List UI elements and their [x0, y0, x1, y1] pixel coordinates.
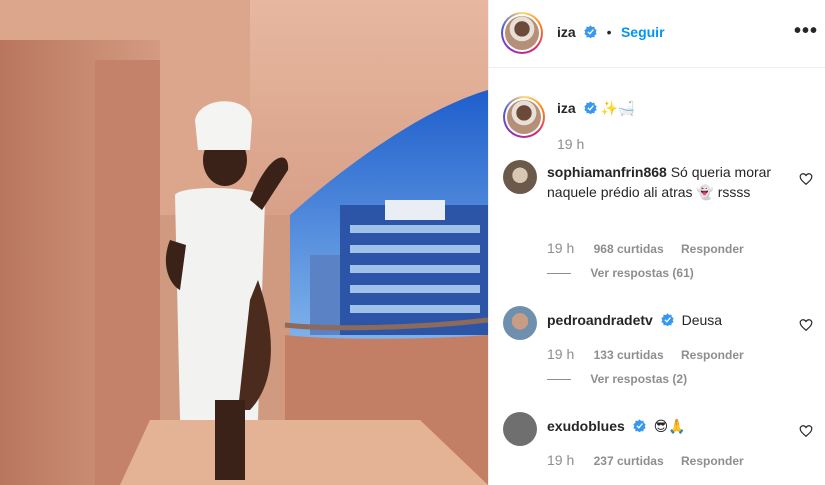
post-sidebar: iza • Seguir ••• iza ✨🛁 19 h sophiamanfr… — [488, 0, 825, 485]
comment-item: pedroandradetv Deusa 19 h 133 curtidas R… — [503, 306, 813, 396]
comment-time: 19 h — [547, 452, 575, 468]
author-avatar[interactable] — [501, 12, 543, 54]
follow-button[interactable]: Seguir — [621, 24, 665, 40]
commenter-avatar[interactable] — [503, 306, 537, 340]
comment-username[interactable]: exudoblues — [547, 418, 625, 434]
comment-username[interactable]: pedroandradetv — [547, 312, 653, 328]
comment-likes[interactable]: 133 curtidas — [594, 348, 664, 362]
comment-likes[interactable]: 237 curtidas — [594, 454, 664, 468]
replies-divider — [547, 273, 571, 275]
verified-badge-icon — [661, 313, 674, 326]
view-replies-label: Ver respostas (61) — [590, 266, 694, 280]
commenter-avatar[interactable] — [503, 160, 537, 194]
caption-time: 19 h — [557, 136, 585, 152]
caption-username[interactable]: iza — [557, 100, 576, 116]
post-photo[interactable] — [0, 0, 488, 485]
comment-text: 😎🙏 — [653, 418, 686, 434]
comment-body: exudoblues 😎🙏 — [547, 416, 777, 436]
post-header: iza • Seguir ••• — [489, 0, 825, 68]
view-replies-link[interactable]: Ver respostas (2) — [547, 372, 687, 386]
comment-time: 19 h — [547, 240, 575, 256]
heart-icon[interactable] — [799, 424, 813, 438]
instagram-post: iza • Seguir ••• iza ✨🛁 19 h sophiamanfr… — [0, 0, 825, 485]
comment-meta: 19 h 237 curtidas Responder — [547, 452, 758, 468]
reply-button[interactable]: Responder — [681, 454, 744, 468]
more-options-icon[interactable]: ••• — [794, 20, 818, 43]
comment-likes[interactable]: 968 curtidas — [594, 242, 664, 256]
heart-icon[interactable] — [799, 318, 813, 332]
caption-text: ✨🛁 — [600, 100, 636, 116]
comment-meta: 19 h 133 curtidas Responder — [547, 346, 758, 362]
view-replies-label: Ver respostas (2) — [590, 372, 688, 386]
header-separator: • — [606, 24, 612, 40]
reply-button[interactable]: Responder — [681, 242, 744, 256]
comment-username[interactable]: sophiamanfrin868 — [547, 164, 667, 180]
commenter-avatar[interactable] — [503, 412, 537, 446]
reply-button[interactable]: Responder — [681, 348, 744, 362]
comment-item: exudoblues 😎🙏 19 h 237 curtidas Responde… — [503, 412, 813, 482]
caption: iza ✨🛁 19 h — [503, 96, 813, 156]
comment-text: Deusa — [681, 312, 723, 328]
comment-body: sophiamanfrin868 Só queria morar naquele… — [547, 162, 777, 202]
view-replies-link[interactable]: Ver respostas (61) — [547, 266, 694, 280]
comment-time: 19 h — [547, 346, 575, 362]
caption-avatar[interactable] — [503, 96, 545, 138]
author-username[interactable]: iza — [557, 24, 576, 40]
replies-divider — [547, 379, 571, 381]
verified-badge-icon — [584, 25, 597, 38]
header-user-line: iza • Seguir — [557, 24, 665, 42]
balcony-photo-illustration — [0, 0, 488, 485]
comment-body: pedroandradetv Deusa — [547, 310, 777, 330]
comment-item: sophiamanfrin868 Só queria morar naquele… — [503, 160, 813, 290]
caption-line: iza ✨🛁 — [557, 100, 635, 117]
comment-meta: 19 h 968 curtidas Responder — [547, 240, 758, 256]
verified-badge-icon — [583, 101, 597, 114]
heart-icon[interactable] — [799, 172, 813, 186]
verified-badge-icon — [633, 419, 646, 432]
